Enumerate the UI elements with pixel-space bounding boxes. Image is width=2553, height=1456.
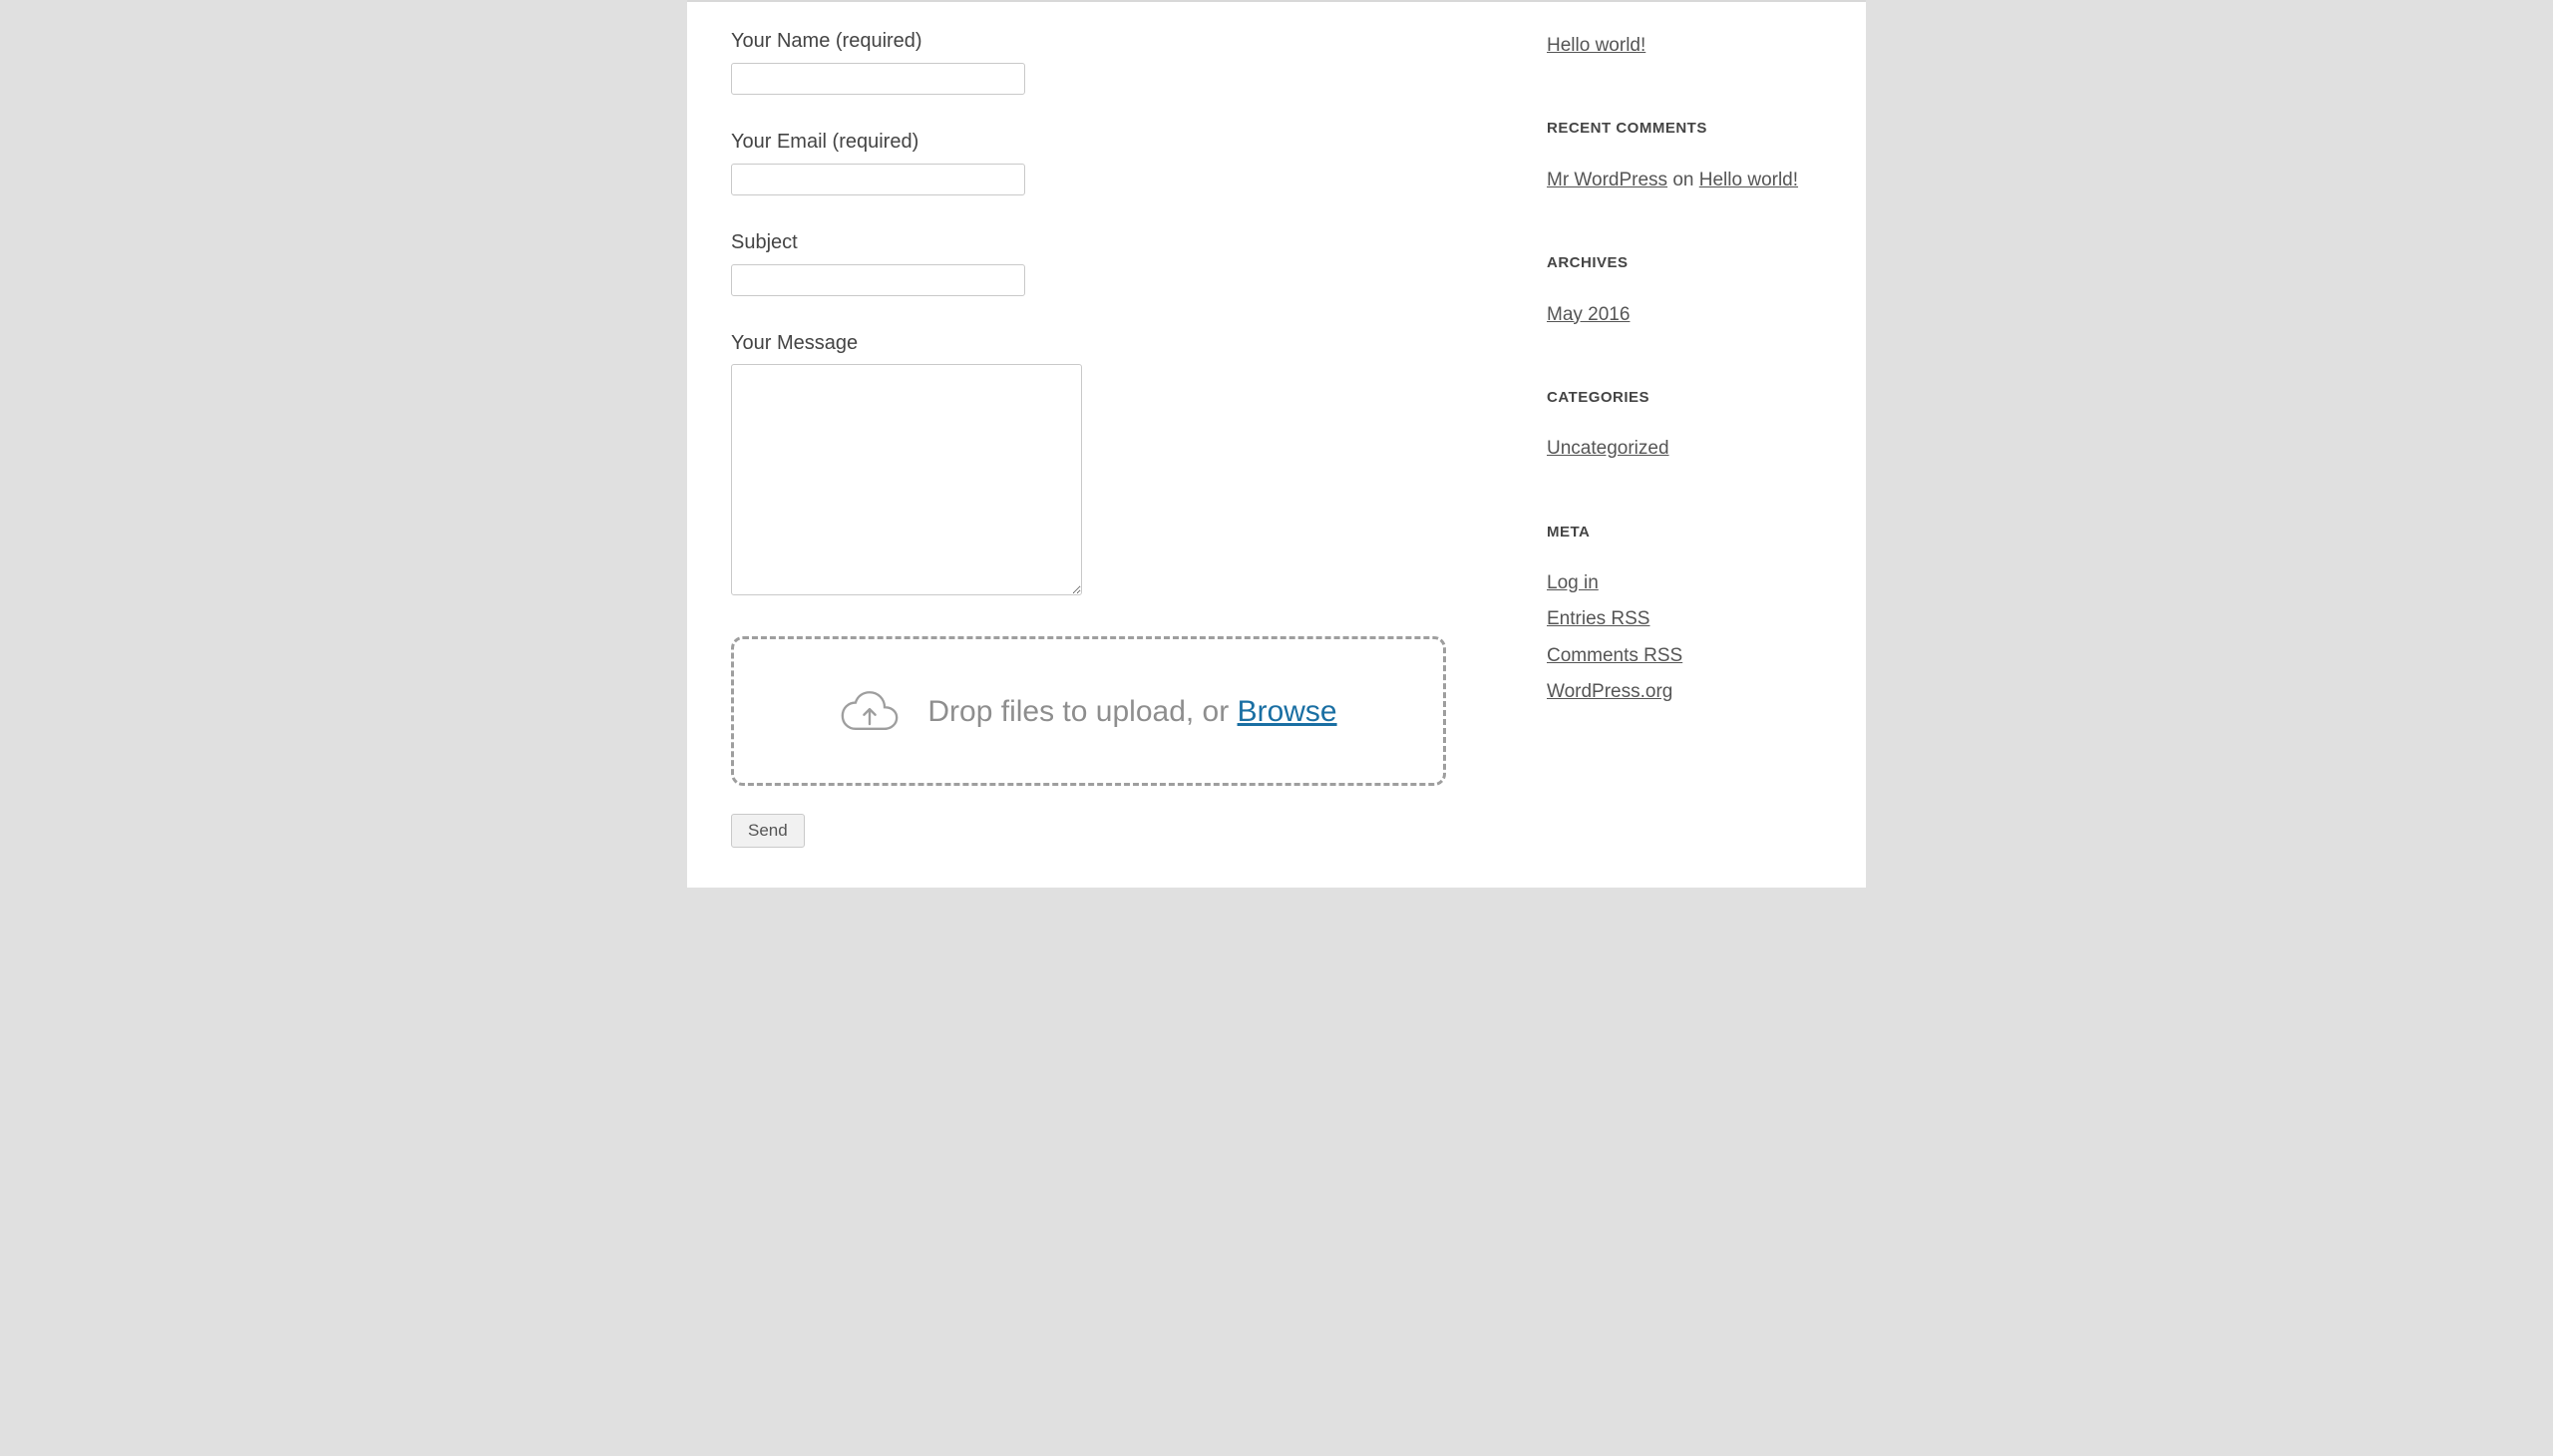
meta-comments-rss-link[interactable]: Comments RSS <box>1547 645 1682 666</box>
list-item: WordPress.org <box>1547 676 1826 708</box>
name-input[interactable] <box>731 63 1025 95</box>
recent-post-link[interactable]: Hello world! <box>1547 35 1645 56</box>
categories-widget: CATEGORIES Uncategorized <box>1547 387 1826 466</box>
list-item: May 2016 <box>1547 299 1826 331</box>
message-label: Your Message <box>731 328 1503 358</box>
email-label: Your Email (required) <box>731 127 1503 157</box>
categories-title: CATEGORIES <box>1547 387 1826 410</box>
name-field-group: Your Name (required) <box>731 26 1503 95</box>
subject-input[interactable] <box>731 264 1025 296</box>
archives-list: May 2016 <box>1547 299 1826 331</box>
comment-post-link[interactable]: Hello world! <box>1699 170 1798 190</box>
email-field-group: Your Email (required) <box>731 127 1503 195</box>
recent-comments-widget: RECENT COMMENTS Mr WordPress on Hello wo… <box>1547 118 1826 196</box>
message-field-group: Your Message <box>731 328 1503 604</box>
archive-link[interactable]: May 2016 <box>1547 304 1630 325</box>
name-label: Your Name (required) <box>731 26 1503 56</box>
archives-title: ARCHIVES <box>1547 252 1826 275</box>
category-link[interactable]: Uncategorized <box>1547 438 1669 459</box>
cloud-upload-icon <box>840 686 900 736</box>
meta-entries-rss-link[interactable]: Entries RSS <box>1547 608 1649 629</box>
list-item: Entries RSS <box>1547 603 1826 635</box>
list-item: Comments RSS <box>1547 640 1826 672</box>
archives-widget: ARCHIVES May 2016 <box>1547 252 1826 331</box>
meta-login-link[interactable]: Log in <box>1547 572 1599 593</box>
page-content: Your Name (required) Your Email (require… <box>687 0 1866 888</box>
comment-author-link[interactable]: Mr WordPress <box>1547 170 1667 190</box>
browse-link[interactable]: Browse <box>1238 695 1337 728</box>
meta-title: META <box>1547 522 1826 545</box>
list-item: Log in <box>1547 567 1826 599</box>
meta-wporg-link[interactable]: WordPress.org <box>1547 681 1672 702</box>
subject-label: Subject <box>731 227 1503 257</box>
main-column: Your Name (required) Your Email (require… <box>687 2 1547 888</box>
meta-widget: META Log in Entries RSS Comments RSS Wor… <box>1547 522 1826 709</box>
dropzone-text: Drop files to upload, or Browse <box>927 689 1336 734</box>
subject-field-group: Subject <box>731 227 1503 296</box>
categories-list: Uncategorized <box>1547 433 1826 465</box>
email-input[interactable] <box>731 164 1025 195</box>
send-button[interactable]: Send <box>731 814 805 848</box>
message-textarea[interactable] <box>731 364 1082 595</box>
sidebar: Hello world! RECENT COMMENTS Mr WordPres… <box>1547 2 1866 888</box>
dropzone-prompt: Drop files to upload, or <box>927 695 1237 728</box>
list-item: Uncategorized <box>1547 433 1826 465</box>
file-dropzone[interactable]: Drop files to upload, or Browse <box>731 636 1446 786</box>
meta-list: Log in Entries RSS Comments RSS WordPres… <box>1547 567 1826 708</box>
comment-connector: on <box>1667 170 1699 190</box>
recent-post-item: Hello world! <box>1547 30 1826 62</box>
recent-comment-item: Mr WordPress on Hello world! <box>1547 165 1826 196</box>
recent-comments-title: RECENT COMMENTS <box>1547 118 1826 141</box>
